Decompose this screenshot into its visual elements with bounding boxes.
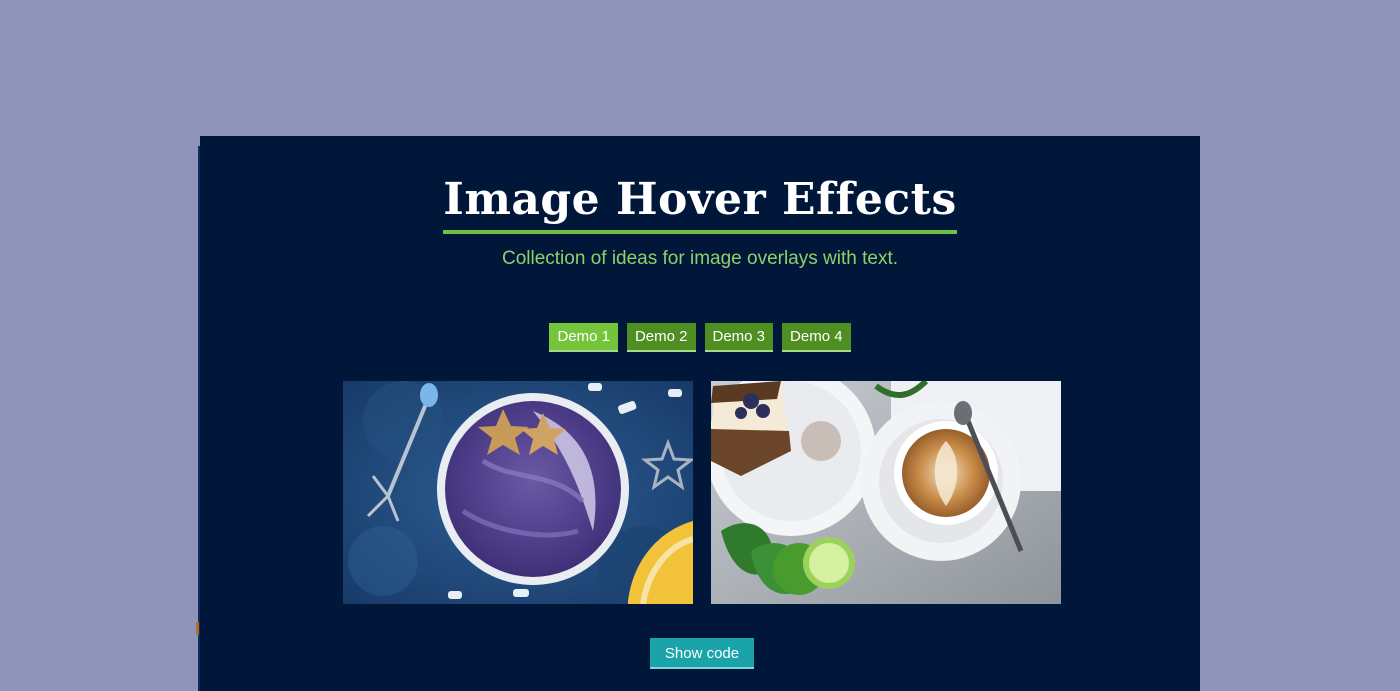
tab-demo-3[interactable]: Demo 3 — [704, 323, 774, 352]
page-subtitle: Collection of ideas for image overlays w… — [501, 248, 898, 270]
coffee-illustration — [711, 381, 1061, 604]
edge-mark — [196, 622, 199, 635]
smoothie-bowl-image[interactable] — [343, 381, 693, 604]
panel-notch — [196, 136, 200, 146]
page-title: Image Hover Effects — [443, 175, 957, 235]
show-code-button[interactable]: Show code — [650, 638, 754, 669]
coffee-image[interactable] — [711, 381, 1061, 604]
smoothie-bowl-illustration — [343, 381, 693, 604]
tab-demo-1[interactable]: Demo 1 — [549, 323, 618, 352]
demo-panel: Image Hover Effects Collection of ideas … — [198, 136, 1200, 691]
image-gallery — [343, 381, 1061, 604]
demo-tabs: Demo 1 Demo 2 Demo 3 Demo 4 — [200, 323, 1200, 352]
tab-demo-4[interactable]: Demo 4 — [782, 323, 851, 352]
tab-demo-2[interactable]: Demo 2 — [626, 323, 696, 352]
header: Image Hover Effects Collection of ideas … — [200, 175, 1200, 270]
page: Image Hover Effects Collection of ideas … — [0, 0, 1400, 691]
